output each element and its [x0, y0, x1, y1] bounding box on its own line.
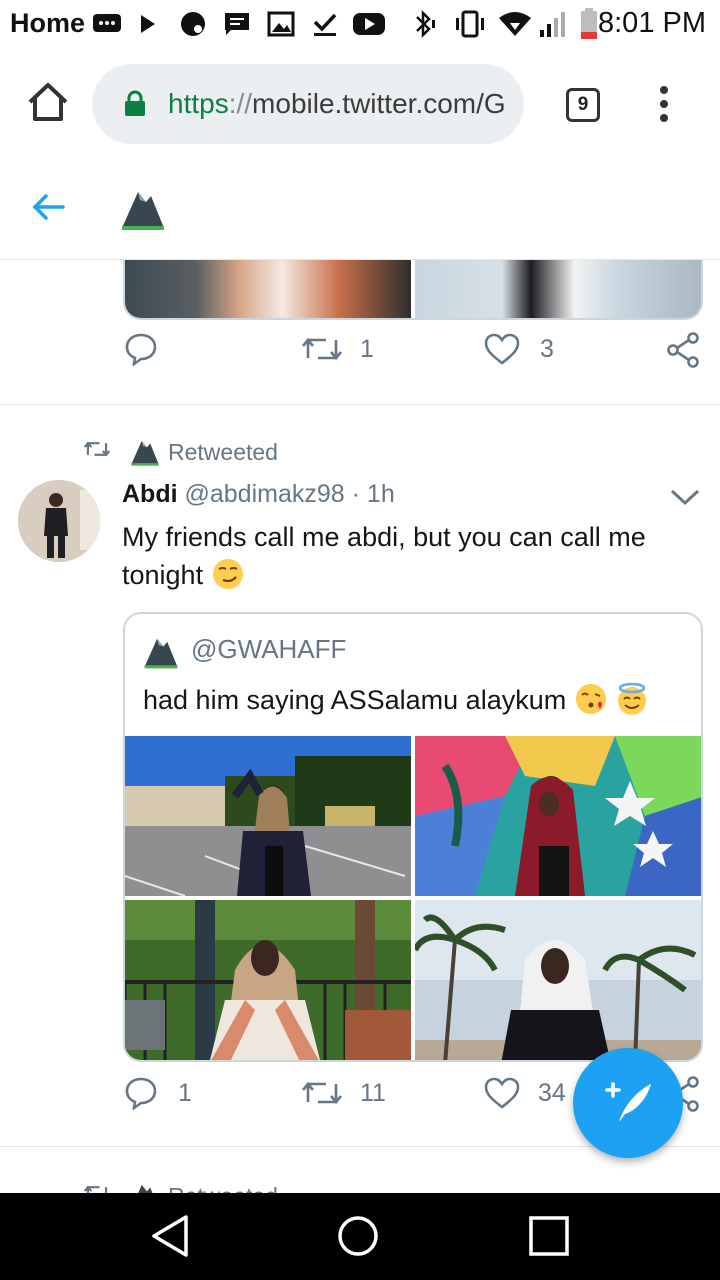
status-bar: Home 8:01 PM	[0, 0, 720, 48]
retweet-icon	[84, 1182, 110, 1193]
browser-toolbar: https://mobile.twitter.com/G 9	[0, 48, 720, 160]
status-home-label: Home	[10, 8, 86, 38]
lock-icon	[124, 90, 146, 116]
like-button[interactable]: 3	[484, 332, 554, 366]
url-scheme: https	[168, 88, 229, 119]
battery-icon	[578, 8, 600, 39]
url-host: mobile.twitter.com/G	[252, 88, 506, 119]
media-image[interactable]	[415, 900, 701, 1060]
home-icon[interactable]	[24, 78, 72, 126]
retweeted-label: Retweeted	[168, 1183, 278, 1194]
media-image[interactable]	[125, 260, 411, 318]
share-icon[interactable]	[666, 332, 700, 368]
image-notification-icon	[266, 10, 296, 38]
compose-button[interactable]	[573, 1048, 683, 1158]
retweeter-avatar[interactable]	[130, 437, 160, 467]
tab-switcher-icon[interactable]: 9	[566, 88, 600, 122]
bluetooth-icon	[410, 9, 440, 39]
quoted-tweet-body: had him saying ASSalamu alaykum	[143, 685, 567, 715]
kiss-emoji-icon	[574, 682, 608, 716]
tweet-header: Abdi @abdimakz98 · 1h	[122, 480, 395, 509]
play-notification-icon	[138, 10, 158, 38]
overflow-menu-icon[interactable]	[650, 84, 678, 124]
nav-recents-icon[interactable]	[528, 1215, 570, 1262]
compose-icon	[601, 1080, 655, 1131]
retweeted-indicator: Retweeted	[83, 436, 278, 468]
like-icon	[484, 1076, 520, 1110]
like-button[interactable]: 34	[484, 1076, 566, 1110]
halo-emoji-icon	[615, 682, 649, 716]
retweet-icon	[302, 332, 342, 366]
wifi-icon	[498, 10, 532, 38]
tweet-body: My friends call me abdi, but you can cal…	[122, 522, 646, 590]
retweet-button[interactable]: 1	[302, 332, 374, 366]
app-notification-icon	[178, 10, 208, 38]
quoted-tweet-card[interactable]: @GWAHAFF had him saying ASSalamu alaykum	[123, 612, 703, 1062]
previous-tweet-media[interactable]	[123, 260, 703, 320]
retweet-count: 11	[360, 1078, 386, 1107]
vibrate-icon	[452, 10, 488, 38]
retweet-count: 1	[360, 334, 374, 363]
reply-icon	[124, 1076, 158, 1110]
author-handle[interactable]: @abdimakz98	[185, 480, 345, 508]
like-icon	[484, 332, 520, 366]
author-name[interactable]: Abdi	[122, 480, 178, 508]
retweet-icon	[83, 438, 111, 466]
system-nav-bar	[0, 1193, 720, 1280]
retweet-icon	[302, 1076, 342, 1110]
tweet-text: My friends call me abdi, but you can cal…	[122, 518, 702, 594]
signal-icon	[538, 10, 568, 38]
status-time: 8:01 PM	[598, 7, 706, 39]
url-text[interactable]: https://mobile.twitter.com/G	[168, 88, 518, 120]
youtube-notification-icon	[352, 10, 386, 38]
twitter-header	[0, 160, 720, 260]
nav-back-icon[interactable]	[148, 1213, 192, 1264]
smirk-emoji-icon	[211, 557, 245, 591]
like-count: 34	[538, 1078, 566, 1107]
tweet-divider	[0, 404, 720, 405]
tweet-timestamp[interactable]: 1h	[367, 480, 395, 508]
media-image[interactable]	[415, 260, 701, 318]
reply-count: 1	[178, 1078, 192, 1107]
author-avatar[interactable]	[18, 480, 100, 562]
quoted-tweet-text: had him saying ASSalamu alaykum	[143, 682, 649, 716]
media-image[interactable]	[415, 736, 701, 896]
reply-icon[interactable]	[124, 332, 158, 366]
media-image[interactable]	[125, 736, 411, 896]
back-arrow-icon[interactable]	[30, 192, 66, 222]
separator-dot: ·	[351, 480, 360, 508]
retweeted-label: Retweeted	[168, 438, 278, 465]
like-count: 3	[540, 334, 554, 363]
media-image[interactable]	[125, 900, 411, 1060]
profile-avatar[interactable]	[120, 186, 166, 232]
quoted-author-handle: @GWAHAFF	[191, 634, 347, 664]
nav-home-icon[interactable]	[336, 1214, 380, 1263]
message-notification-icon	[92, 10, 122, 38]
url-bar[interactable]: https://mobile.twitter.com/G	[92, 64, 524, 144]
retweet-button[interactable]: 11	[302, 1076, 386, 1110]
previous-tweet-actions: 1 3	[0, 332, 720, 382]
next-retweeted-indicator: Retweeted	[84, 1180, 384, 1193]
quoted-author-avatar	[143, 634, 179, 670]
download-done-icon	[310, 10, 340, 38]
retweeter-avatar	[130, 1181, 160, 1193]
reply-button[interactable]: 1	[124, 1076, 192, 1110]
chat-notification-icon	[222, 10, 252, 38]
url-separator: ://	[228, 88, 253, 119]
chevron-down-icon[interactable]	[668, 484, 702, 510]
